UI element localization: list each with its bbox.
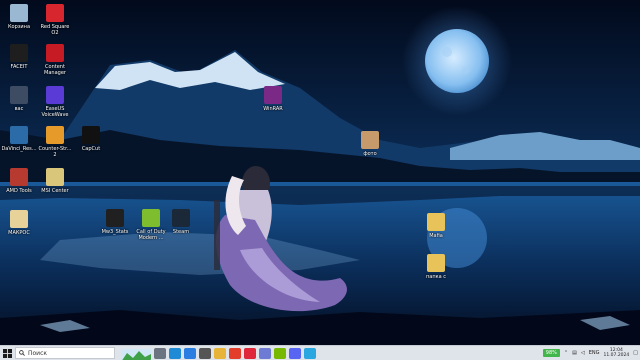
desktop-icon-label: WinRAR xyxy=(263,106,283,112)
desktop-icon-label: МАКРОС xyxy=(8,230,30,236)
desktop[interactable]: Корзина Red Square O2 FACEIT Content Manage… xyxy=(0,0,640,345)
clock-date: 11.07.2024 xyxy=(603,353,630,358)
nvidia-icon[interactable] xyxy=(274,347,286,359)
desktop-icon-label: Steam xyxy=(172,229,190,235)
counter-strike-icon xyxy=(46,126,64,144)
desktop-icon-label: фото xyxy=(363,151,377,157)
mail-icon[interactable] xyxy=(184,347,196,359)
search-highlight-image[interactable] xyxy=(121,347,151,360)
opera-icon[interactable] xyxy=(244,347,256,359)
desktop-icon[interactable]: DaVinci_Res... xyxy=(1,126,37,152)
desktop-icon[interactable]: МАКРОС xyxy=(1,210,37,236)
desktop-icon[interactable]: EaseUS VoiceWave xyxy=(37,86,73,118)
network-icon[interactable]: ▤ xyxy=(572,350,577,356)
recycle-bin-icon xyxy=(10,4,28,22)
discord-icon[interactable] xyxy=(289,347,301,359)
edge-icon[interactable] xyxy=(169,347,181,359)
store-icon[interactable] xyxy=(259,347,271,359)
faceit-icon xyxy=(10,44,28,62)
easeus-voicewave-icon xyxy=(46,86,64,104)
desktop-icon-label: AMD Tools xyxy=(6,188,32,194)
telegram-icon[interactable] xyxy=(304,347,316,359)
search-icon xyxy=(19,350,25,356)
folder-icon xyxy=(427,254,445,272)
msi-center-icon xyxy=(46,168,64,186)
search-placeholder: Поиск xyxy=(28,349,48,357)
davinci-resolve-icon xyxy=(10,126,28,144)
desktop-icon-label: MSI Center xyxy=(41,188,69,194)
desktop-icon[interactable]: AMD Tools xyxy=(1,168,37,194)
content-manager-icon xyxy=(46,44,64,62)
folder-icon xyxy=(10,86,28,104)
folder-icon xyxy=(427,213,445,231)
camera-icon[interactable] xyxy=(199,347,211,359)
taskbar: Поиск 98% ⌃ ▤ ◁ ENG 12:04 11.07.2024 □ xyxy=(0,345,640,360)
desktop-icon[interactable]: FACEIT xyxy=(1,44,37,70)
desktop-icon[interactable]: Mw3_Stats xyxy=(97,209,133,235)
yandex-browser-icon[interactable] xyxy=(229,347,241,359)
file-explorer-icon[interactable] xyxy=(214,347,226,359)
winrar-icon xyxy=(264,86,282,104)
desktop-icon-label: DaVinci_Res... xyxy=(1,146,37,152)
desktop-icon[interactable]: MSI Center xyxy=(37,168,73,194)
desktop-icon-label: Корзина xyxy=(7,24,31,30)
desktop-icon-label: Call of Duty Modern ... xyxy=(136,229,166,241)
desktop-icon-label: Mw3_Stats xyxy=(101,229,129,235)
start-button[interactable] xyxy=(0,346,14,360)
desktop-icon-label: CapCut xyxy=(81,146,101,152)
document-icon xyxy=(10,210,28,228)
desktop-icon[interactable]: вас xyxy=(1,86,37,112)
desktop-icon[interactable]: папка с xyxy=(418,254,454,280)
desktop-icon[interactable]: Mafia xyxy=(418,213,454,239)
volume-icon[interactable]: ◁ xyxy=(581,350,585,356)
windows-logo-icon xyxy=(2,348,12,358)
language-indicator[interactable]: ENG xyxy=(589,350,600,356)
call-of-duty-icon xyxy=(142,209,160,227)
desktop-icon-label: Counter-Str... 2 xyxy=(38,146,72,158)
amd-tools-icon xyxy=(10,168,28,186)
steam-icon xyxy=(172,209,190,227)
desktop-icon[interactable]: фото xyxy=(352,131,388,157)
desktop-icon[interactable]: Корзина xyxy=(1,4,37,30)
desktop-icon[interactable]: WinRAR xyxy=(255,86,291,112)
desktop-icon[interactable]: Red Square O2 xyxy=(37,4,73,36)
photo-icon xyxy=(361,131,379,149)
taskbar-search-box[interactable]: Поиск xyxy=(15,347,115,359)
mw3-stats-icon xyxy=(106,209,124,227)
desktop-icon[interactable]: Content Manager xyxy=(37,44,73,76)
desktop-icon-label: папка с xyxy=(425,274,447,280)
desktop-icon-label: Mafia xyxy=(429,233,443,239)
desktop-icon-label: вас xyxy=(14,106,24,112)
desktop-icon-label: Red Square O2 xyxy=(40,24,70,36)
desktop-icon-label: Content Manager xyxy=(44,64,66,76)
desktop-icon[interactable]: CapCut xyxy=(73,126,109,152)
chevron-up-icon[interactable]: ⌃ xyxy=(564,350,568,356)
task-view-icon[interactable] xyxy=(154,347,166,359)
desktop-icon-label: EaseUS VoiceWave xyxy=(41,106,69,118)
wallpaper-night-lake xyxy=(0,0,640,345)
red-square-icon xyxy=(46,4,64,22)
clock[interactable]: 12:04 11.07.2024 xyxy=(604,348,630,358)
desktop-icon[interactable]: Counter-Str... 2 xyxy=(37,126,73,158)
desktop-icon[interactable]: Steam xyxy=(163,209,199,235)
notifications-icon[interactable]: □ xyxy=(633,350,638,356)
battery-indicator[interactable]: 98% xyxy=(542,349,560,357)
system-tray: 98% ⌃ ▤ ◁ ENG 12:04 11.07.2024 □ xyxy=(542,346,638,360)
capcut-icon xyxy=(82,126,100,144)
desktop-icon-label: FACEIT xyxy=(10,64,28,70)
